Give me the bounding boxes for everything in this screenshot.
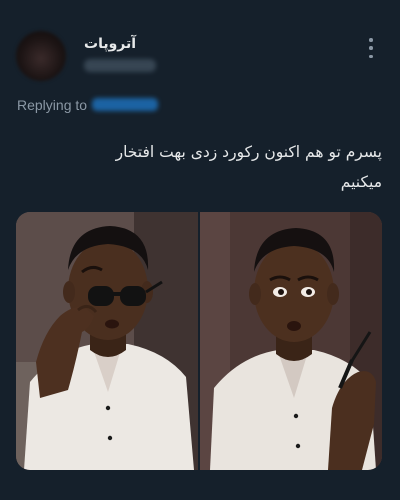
- tweet-text: پسرم تو هم اکنون رکورد زدی بهت افتخار می…: [22, 137, 382, 197]
- reply-handle-link-redacted[interactable]: [92, 98, 158, 111]
- tweet-text-line: میکنیم: [340, 173, 382, 191]
- media-photo-2[interactable]: [200, 212, 382, 470]
- tweet-text-line: پسرم تو هم اکنون رکورد زدی بهت افتخار: [115, 143, 382, 161]
- more-vertical-icon[interactable]: [362, 38, 380, 58]
- photo-1-illustration: [16, 212, 198, 470]
- author-display-name[interactable]: آتروپات: [84, 35, 144, 53]
- avatar[interactable]: [16, 31, 66, 81]
- media-photo-1[interactable]: [16, 212, 198, 470]
- media-grid[interactable]: [16, 212, 382, 470]
- photo-2-illustration: [200, 212, 382, 470]
- author-handle-redacted[interactable]: [84, 59, 156, 72]
- replying-to-label: Replying to: [17, 97, 88, 113]
- tweet-view: آتروپات Replying to پسرم تو هم اکنون رکو…: [0, 0, 400, 500]
